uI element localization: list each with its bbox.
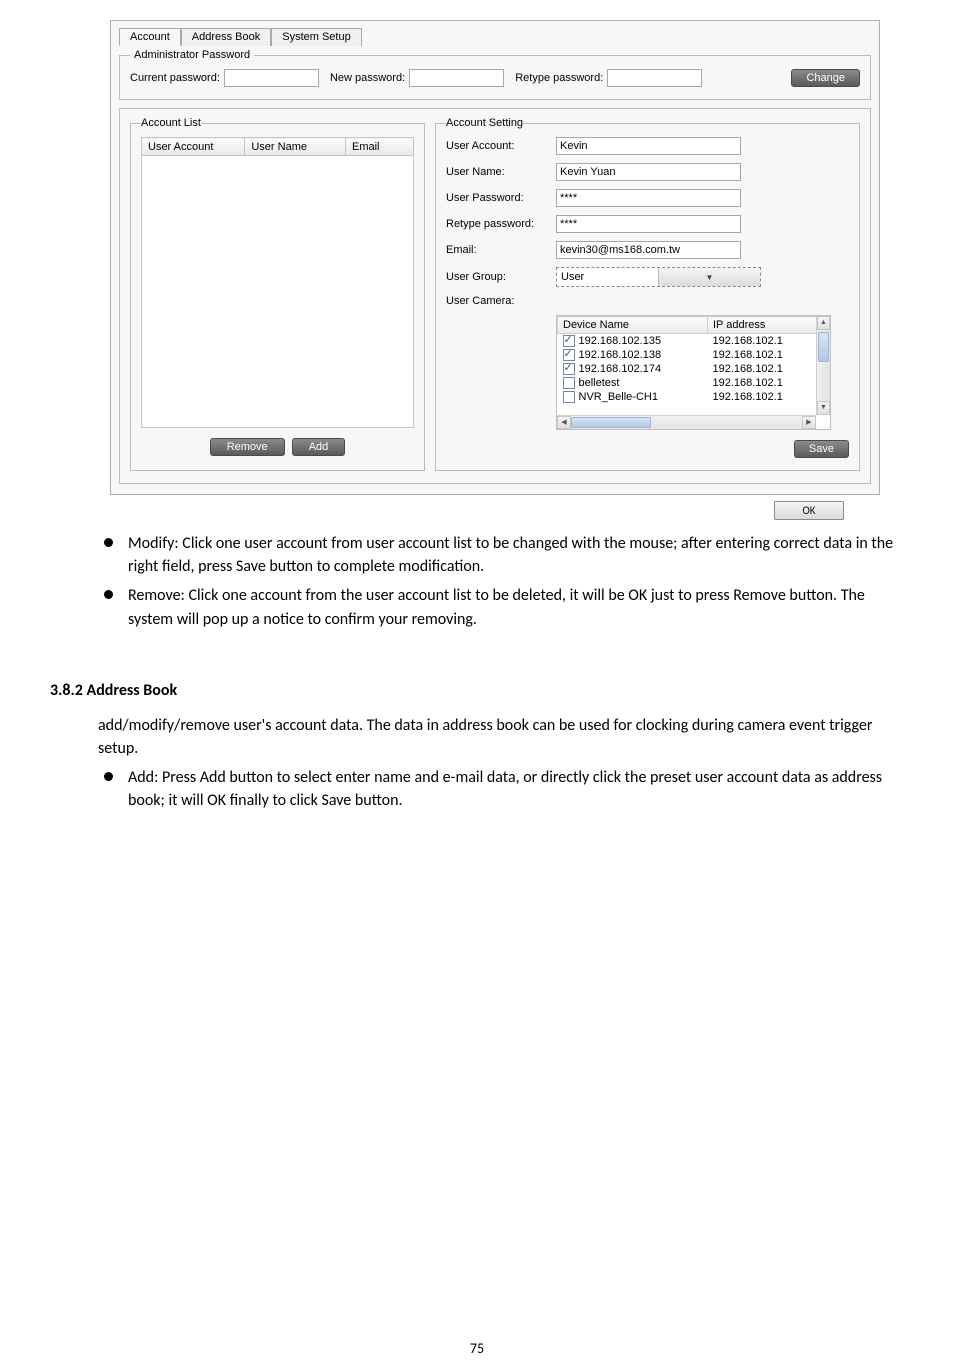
retype-password-input[interactable]: [607, 69, 702, 87]
device-ip: 192.168.102.1: [708, 376, 830, 390]
horizontal-scrollbar[interactable]: ◀ ▶: [557, 415, 816, 429]
device-name: NVR_Belle-CH1: [579, 391, 658, 403]
change-button[interactable]: Change: [791, 69, 860, 87]
device-row[interactable]: NVR_Belle-CH1 192.168.102.1: [558, 390, 830, 404]
vscroll-thumb[interactable]: [818, 332, 829, 362]
device-row[interactable]: belletest 192.168.102.1: [558, 376, 830, 390]
email-input[interactable]: [556, 241, 741, 259]
hscroll-thumb[interactable]: [571, 417, 651, 428]
device-ip: 192.168.102.1: [708, 362, 830, 376]
account-list-body[interactable]: [141, 156, 414, 428]
new-password-input[interactable]: [409, 69, 504, 87]
accounts-container: Account List User Account User Name Emai…: [119, 108, 871, 484]
settings-dialog: Account Address Book System Setup Admini…: [110, 20, 880, 495]
vertical-scrollbar[interactable]: ▲ ▼: [816, 316, 830, 415]
tab-strip: Account Address Book System Setup: [119, 27, 871, 45]
col-device-name[interactable]: Device Name: [558, 317, 708, 334]
device-name: 192.168.102.174: [579, 363, 662, 375]
user-account-label: User Account:: [446, 140, 556, 152]
col-user-name[interactable]: User Name: [245, 138, 346, 156]
account-setting-legend: Account Setting: [446, 117, 523, 129]
col-ip-address[interactable]: IP address: [708, 317, 830, 334]
device-name: belletest: [579, 377, 620, 389]
remove-button[interactable]: Remove: [210, 438, 285, 456]
device-row[interactable]: 192.168.102.138 192.168.102.1: [558, 348, 830, 362]
retype-password-input2[interactable]: [556, 215, 741, 233]
device-list[interactable]: Device Name IP address 192.168.102.13519…: [556, 315, 831, 430]
tab-system-setup[interactable]: System Setup: [271, 28, 361, 46]
user-group-value: User: [557, 271, 658, 283]
device-row[interactable]: 192.168.102.135 192.168.102.1: [558, 334, 830, 349]
device-ip: 192.168.102.1: [708, 390, 830, 404]
add-button[interactable]: Add: [292, 438, 346, 456]
user-group-select[interactable]: User ▼: [556, 267, 761, 287]
current-password-input[interactable]: [224, 69, 319, 87]
user-account-input[interactable]: [556, 137, 741, 155]
ok-button[interactable]: OK: [774, 501, 844, 520]
section-heading: 3.8.2 Address Book: [50, 681, 904, 700]
new-password-label: New password:: [330, 72, 405, 84]
account-setting-group: Account Setting User Account: User Name:…: [435, 117, 860, 471]
scroll-down-icon[interactable]: ▼: [817, 401, 830, 415]
section-intro: add/modify/remove user's account data. T…: [98, 714, 904, 760]
user-camera-label: User Camera:: [446, 295, 556, 307]
device-checkbox[interactable]: [563, 377, 575, 389]
account-list-legend: Account List: [141, 117, 201, 129]
device-ip: 192.168.102.1: [708, 348, 830, 362]
bullet-add: Add: Press Add button to select enter na…: [98, 766, 904, 812]
device-checkbox[interactable]: [563, 391, 575, 403]
user-name-label: User Name:: [446, 166, 556, 178]
account-list-group: Account List User Account User Name Emai…: [130, 117, 425, 471]
tab-address-book[interactable]: Address Book: [181, 28, 271, 46]
current-password-label: Current password:: [130, 72, 220, 84]
device-checkbox[interactable]: [563, 335, 575, 347]
bullet-remove: Remove: Click one account from the user …: [98, 584, 904, 630]
device-name: 192.168.102.138: [579, 349, 662, 361]
save-button[interactable]: Save: [794, 440, 849, 458]
admin-password-legend: Administrator Password: [130, 49, 254, 61]
user-password-label: User Password:: [446, 192, 556, 204]
col-user-account[interactable]: User Account: [142, 138, 245, 156]
device-checkbox[interactable]: [563, 363, 575, 375]
device-checkbox[interactable]: [563, 349, 575, 361]
account-list-header: User Account User Name Email: [141, 137, 414, 156]
bullet-modify: Modify: Click one user account from user…: [98, 532, 904, 578]
scroll-right-icon[interactable]: ▶: [802, 416, 816, 429]
email-label: Email:: [446, 244, 556, 256]
col-email[interactable]: Email: [345, 138, 413, 156]
scroll-left-icon[interactable]: ◀: [557, 416, 571, 429]
user-password-input[interactable]: [556, 189, 741, 207]
user-group-label: User Group:: [446, 271, 556, 283]
admin-password-group: Administrator Password Current password:…: [119, 49, 871, 100]
page-number: 75: [0, 1340, 954, 1357]
chevron-down-icon: ▼: [658, 268, 760, 286]
tab-account[interactable]: Account: [119, 28, 181, 46]
device-name: 192.168.102.135: [579, 335, 662, 347]
scroll-up-icon[interactable]: ▲: [817, 316, 830, 330]
device-ip: 192.168.102.1: [708, 334, 830, 349]
retype-password-label: Retype password:: [515, 72, 603, 84]
device-row[interactable]: 192.168.102.174 192.168.102.1: [558, 362, 830, 376]
user-name-input[interactable]: [556, 163, 741, 181]
retype-password-label2: Retype password:: [446, 218, 556, 230]
